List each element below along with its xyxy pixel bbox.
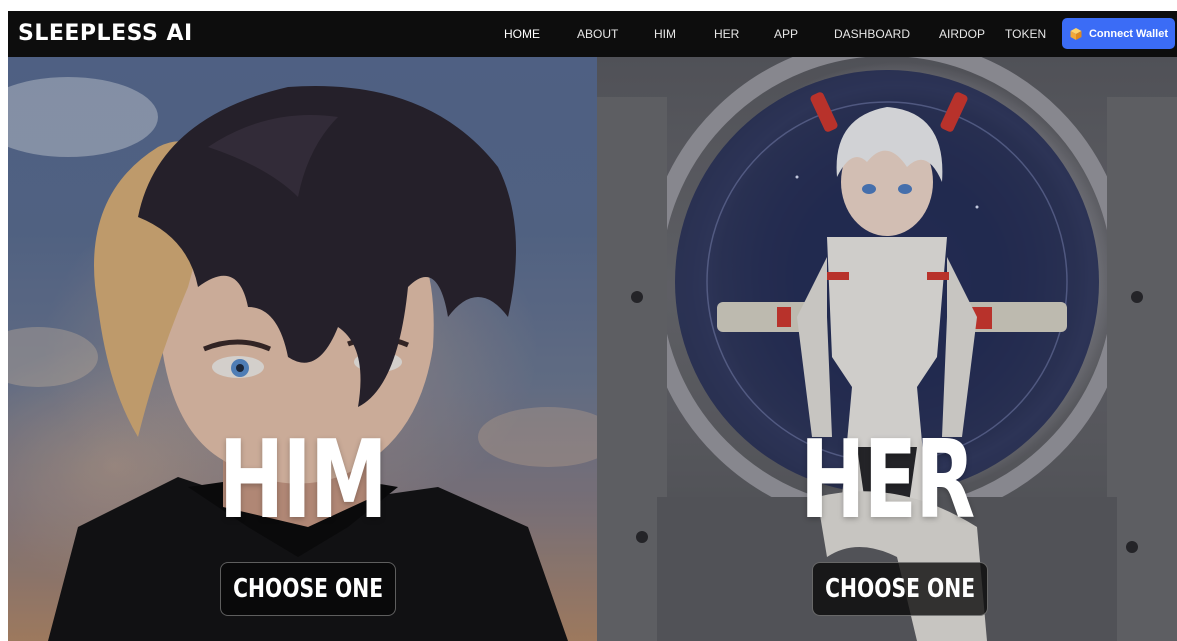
him-title: HIM	[218, 418, 388, 543]
choose-her-label: CHOOSE ONE	[825, 574, 975, 604]
nav-item-about[interactable]: ABOUT	[577, 26, 618, 42]
navbar: SLEEPLESS AI HOME ABOUT HIM HER APP DASH…	[8, 11, 1177, 57]
nav-item-app[interactable]: APP	[774, 26, 798, 42]
connect-wallet-label: Connect Wallet	[1088, 27, 1169, 40]
connect-wallet-button[interactable]: Connect Wallet	[1062, 18, 1175, 49]
choose-her-button[interactable]: CHOOSE ONE	[812, 562, 988, 616]
nav-item-dashboard[interactable]: DASHBOARD	[834, 26, 910, 42]
him-panel-overlay	[8, 57, 597, 641]
choose-him-label: CHOOSE ONE	[233, 574, 383, 604]
nav-item-home[interactable]: HOME	[504, 26, 540, 42]
nav-item-him[interactable]: HIM	[654, 26, 676, 42]
nav-links: HOME ABOUT HIM HER APP DASHBOARD AIRDOP …	[8, 11, 1177, 57]
choose-him-button[interactable]: CHOOSE ONE	[220, 562, 396, 616]
nav-item-token[interactable]: TOKEN	[1005, 26, 1046, 42]
her-title: HER	[800, 418, 975, 543]
him-panel[interactable]: HIM CHOOSE ONE	[8, 57, 597, 641]
her-panel-overlay	[597, 57, 1177, 641]
wallet-cube-icon	[1070, 27, 1082, 40]
nav-item-airdop[interactable]: AIRDOP	[939, 26, 985, 42]
page: SLEEPLESS AI HOME ABOUT HIM HER APP DASH…	[0, 0, 1177, 641]
nav-item-her[interactable]: HER	[714, 26, 739, 42]
her-panel[interactable]: HER CHOOSE ONE	[597, 57, 1177, 641]
